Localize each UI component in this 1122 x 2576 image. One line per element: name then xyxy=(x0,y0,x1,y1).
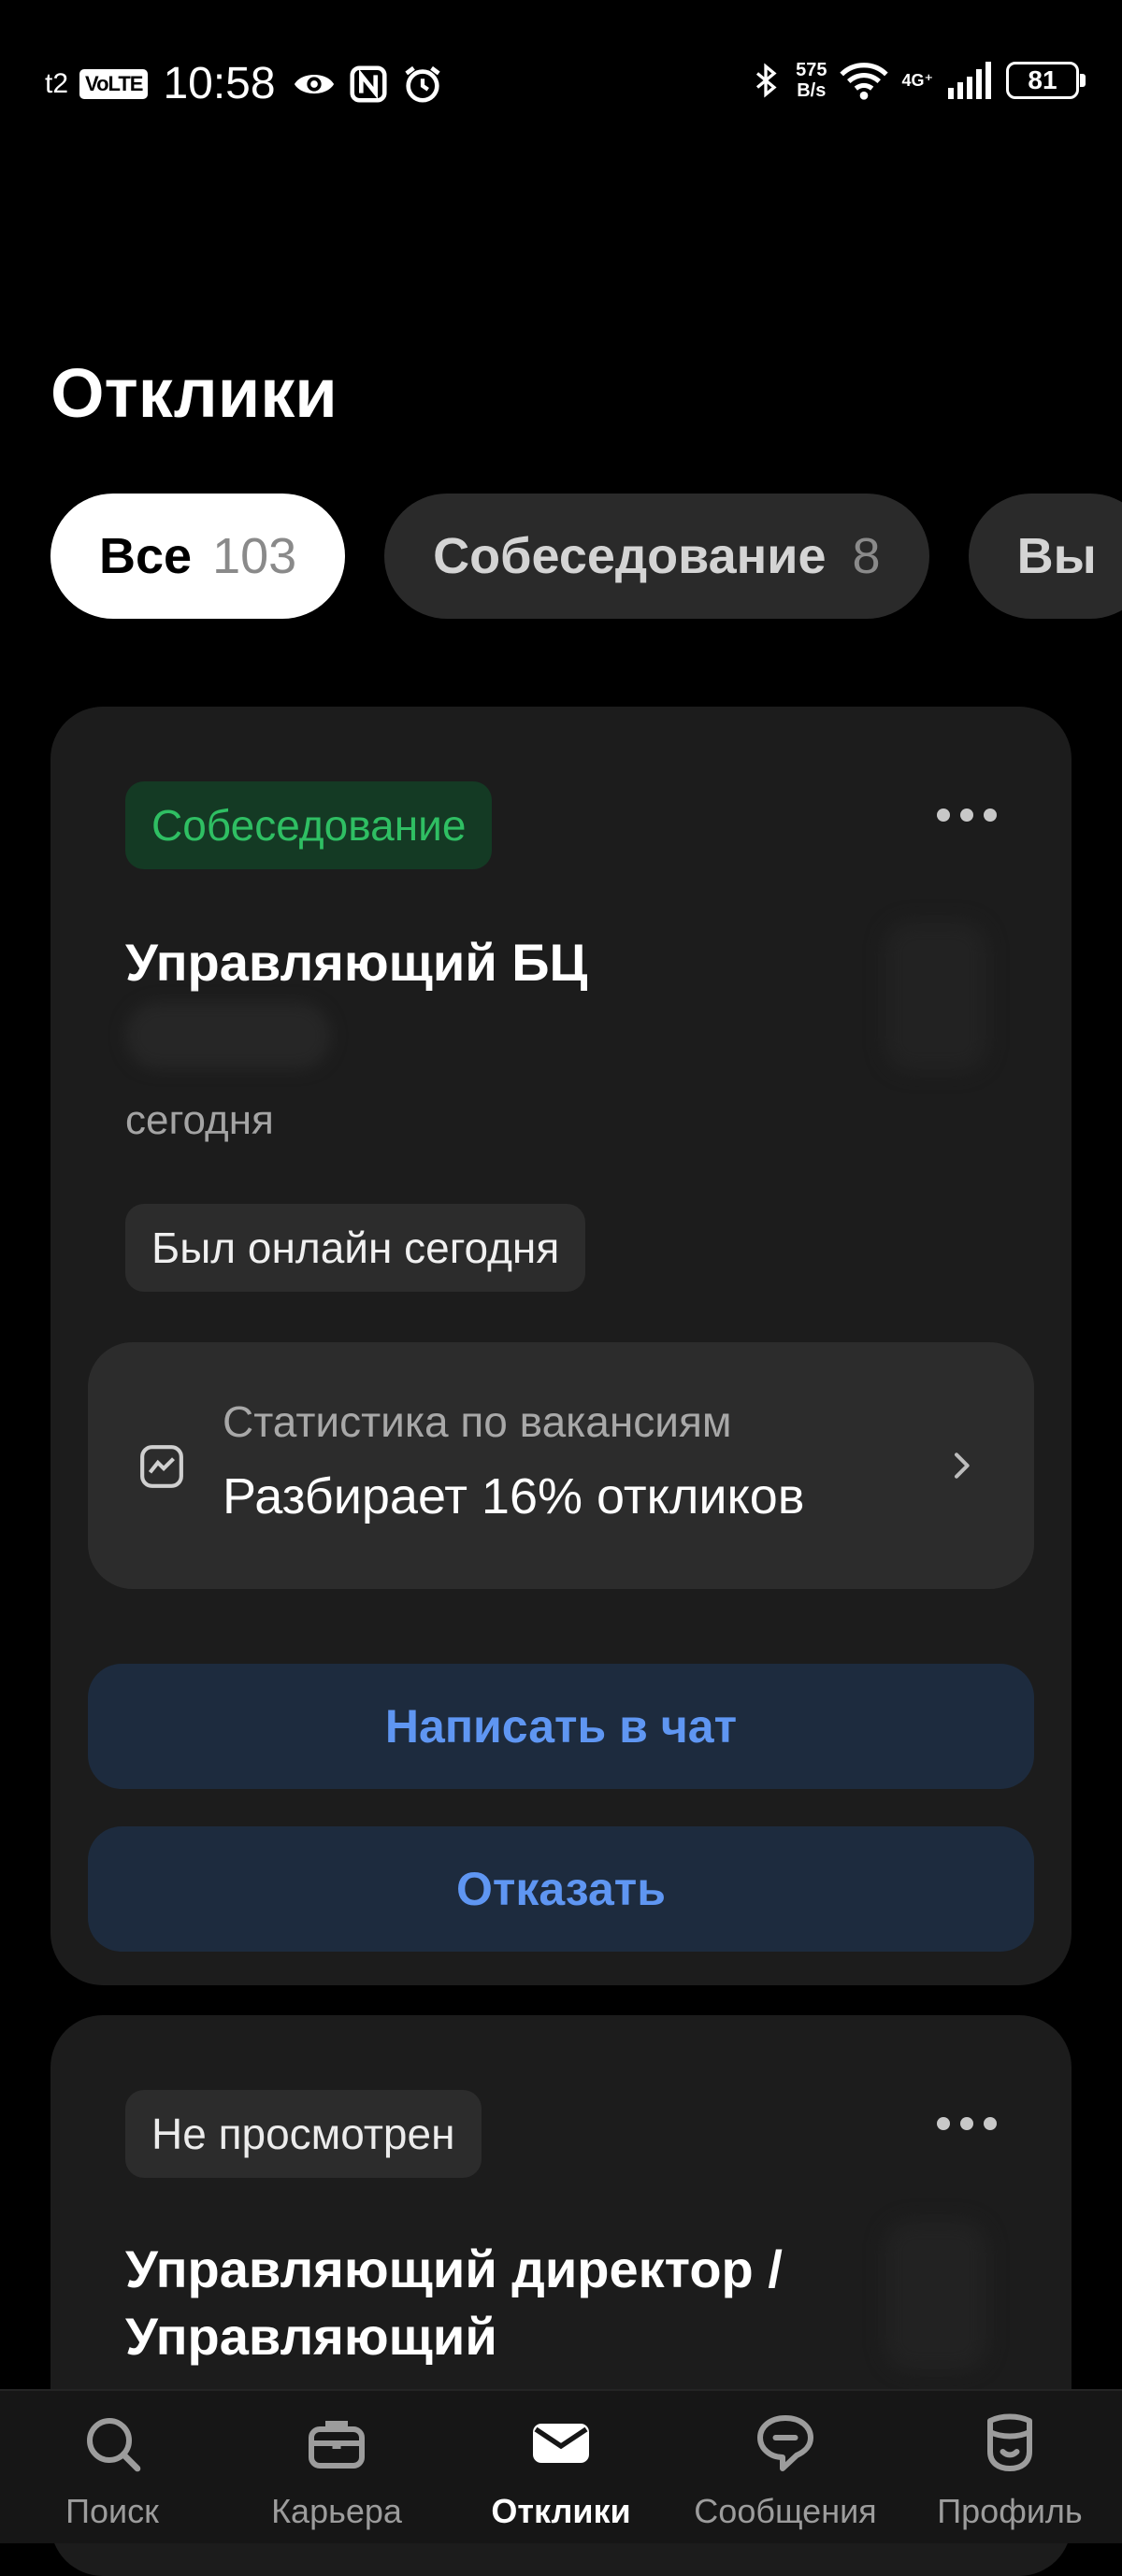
briefcase-icon xyxy=(309,2421,365,2469)
more-dot-icon xyxy=(960,809,973,822)
network-speed-unit: B/s xyxy=(797,80,827,101)
more-dot-icon xyxy=(960,2117,973,2130)
online-status-badge: Был онлайн сегодня xyxy=(125,1204,586,1292)
reject-button[interactable]: Отказать xyxy=(88,1826,1034,1952)
nav-responses[interactable]: Отклики xyxy=(449,2391,673,2545)
battery-indicator: 81 xyxy=(1006,62,1086,99)
more-dot-icon xyxy=(937,809,950,822)
more-dot-icon xyxy=(984,2117,997,2130)
more-dot-icon xyxy=(937,2117,950,2130)
network-speed: 575 B/s xyxy=(796,60,827,101)
tab-interview[interactable]: Собеседование 8 xyxy=(384,494,929,619)
volte-badge: VoLTE xyxy=(79,68,149,99)
search-icon xyxy=(87,2418,141,2472)
vacancy-title[interactable]: Управляющий директор / Управляющий xyxy=(125,2236,967,2370)
wifi-icon xyxy=(840,63,889,100)
tab-all[interactable]: Все 103 xyxy=(50,494,346,619)
vacancy-title[interactable]: Управляющий БЦ xyxy=(125,929,967,996)
tab-label: Все xyxy=(99,528,193,584)
stats-caption: Статистика по вакансиям xyxy=(223,1397,732,1446)
chat-bubble-icon xyxy=(757,2415,813,2471)
status-bar: t2 VoLTE 10:58 575 B/s 4G⁺ 81 xyxy=(0,0,1122,168)
nav-messages[interactable]: Сообщения xyxy=(673,2391,898,2545)
network-speed-value: 575 xyxy=(796,60,827,80)
nav-label: Поиск xyxy=(65,2492,159,2530)
company-logo-blurred xyxy=(885,922,987,1071)
nav-label: Профиль xyxy=(937,2492,1083,2530)
response-card[interactable]: Собеседование Управляющий БЦ сегодня Был… xyxy=(50,707,1072,1985)
chart-icon xyxy=(140,1445,183,1488)
status-bar-right: 575 B/s 4G⁺ 81 xyxy=(749,60,1086,101)
tab-count: 103 xyxy=(212,528,297,584)
carrier-label: t2 xyxy=(45,67,69,99)
company-name-blurred xyxy=(125,1002,331,1069)
nav-label: Сообщения xyxy=(694,2492,877,2530)
tab-label: Собеседование xyxy=(433,528,827,584)
nfc-icon xyxy=(350,64,387,103)
clock: 10:58 xyxy=(163,59,276,108)
network-type: 4G⁺ xyxy=(901,70,933,90)
envelope-icon xyxy=(533,2424,589,2463)
signal-icon xyxy=(948,62,991,99)
status-bar-left: t2 VoLTE 10:58 xyxy=(45,58,444,109)
page-title: Отклики xyxy=(50,354,338,432)
nav-profile[interactable]: Профиль xyxy=(898,2391,1122,2545)
more-options-button[interactable] xyxy=(937,2112,997,2135)
response-date: сегодня xyxy=(125,1097,274,1143)
tab-label: Вы xyxy=(1016,528,1097,584)
tab-count: 8 xyxy=(852,528,881,584)
nav-career[interactable]: Карьера xyxy=(224,2391,449,2545)
write-to-chat-button[interactable]: Написать в чат xyxy=(88,1664,1034,1789)
more-options-button[interactable] xyxy=(937,804,997,826)
vacancy-stats-link[interactable]: Статистика по вакансиям Разбирает 16% от… xyxy=(88,1342,1034,1589)
alarm-icon xyxy=(404,65,440,103)
filter-tabs: Все 103 Собеседование 8 Вы xyxy=(50,494,1122,619)
battery-level: 81 xyxy=(1028,65,1057,94)
tab-partial[interactable]: Вы xyxy=(968,494,1122,619)
bluetooth-icon xyxy=(756,63,777,98)
nav-search[interactable]: Поиск xyxy=(0,2391,224,2545)
chevron-right-icon xyxy=(955,1453,970,1479)
nav-label: Отклики xyxy=(491,2492,631,2530)
profile-face-icon xyxy=(987,2413,1032,2471)
eye-icon xyxy=(294,74,334,93)
nav-label: Карьера xyxy=(271,2492,402,2530)
bottom-navigation: Поиск Карьера Отклики Сообщения Профиль xyxy=(0,2389,1122,2543)
status-badge: Не просмотрен xyxy=(125,2090,482,2178)
stats-value: Разбирает 16% откликов xyxy=(223,1468,805,1524)
status-badge: Собеседование xyxy=(125,781,493,869)
more-dot-icon xyxy=(984,809,997,822)
